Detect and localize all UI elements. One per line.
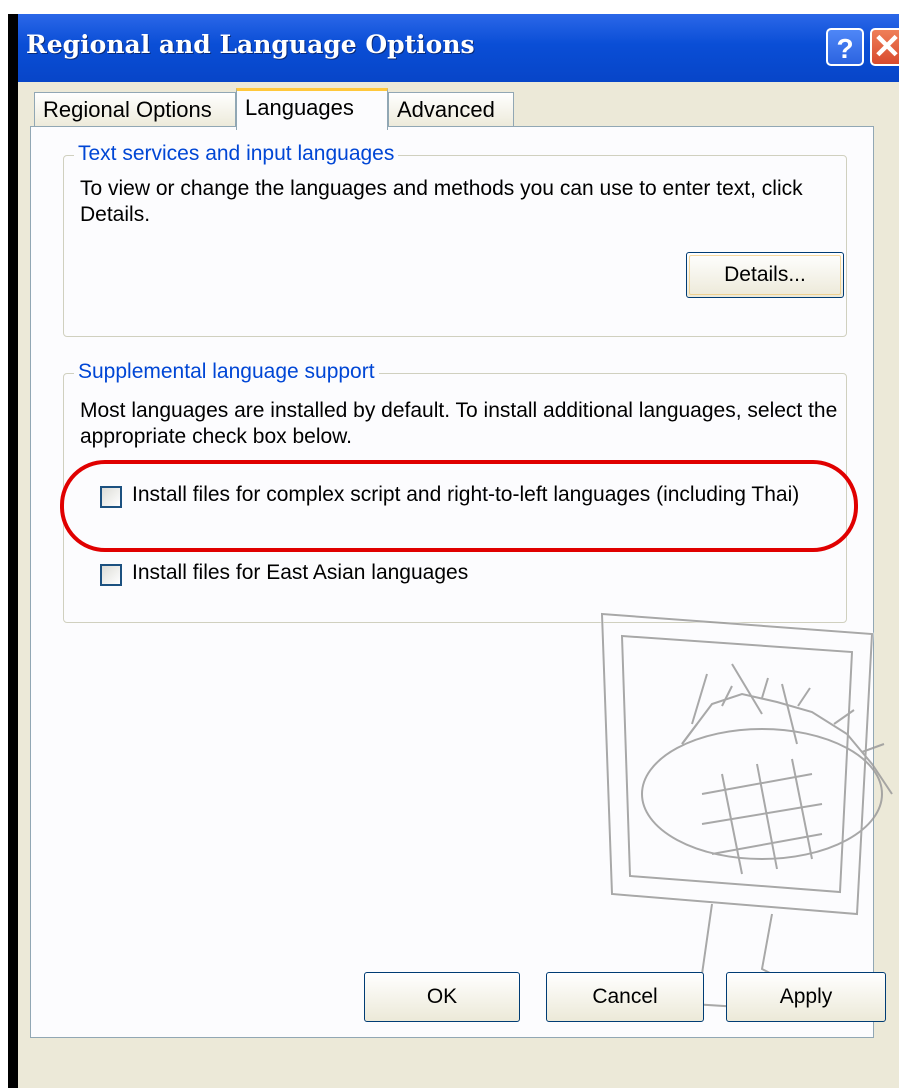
close-button[interactable]: ✕ — [870, 28, 899, 66]
background-strip — [0, 0, 899, 14]
ok-button[interactable]: OK — [364, 972, 520, 1022]
text-services-legend: Text services and input languages — [74, 142, 399, 166]
apply-button[interactable]: Apply — [726, 972, 886, 1022]
close-icon: ✕ — [872, 28, 899, 66]
dialog-client-area: Regional Options Languages Advanced Text… — [18, 82, 899, 1088]
help-button[interactable]: ? — [826, 28, 864, 66]
complex-script-checkbox-label[interactable]: Install files for complex script and rig… — [132, 482, 822, 508]
supplemental-language-group: Supplemental language support Most langu… — [63, 360, 847, 623]
details-button[interactable]: Details... — [686, 252, 844, 298]
tab-advanced[interactable]: Advanced — [388, 92, 514, 128]
tab-languages[interactable]: Languages — [236, 88, 388, 130]
east-asian-checkbox-label[interactable]: Install files for East Asian languages — [132, 560, 822, 586]
monitor-watermark-icon — [600, 612, 893, 1016]
question-mark-icon: ? — [836, 33, 854, 64]
window-title: Regional and Language Options — [26, 30, 475, 59]
text-services-description: To view or change the languages and meth… — [80, 177, 803, 226]
complex-script-checkbox[interactable] — [100, 486, 122, 508]
supplemental-legend: Supplemental language support — [74, 360, 379, 384]
tab-regional-options[interactable]: Regional Options — [34, 92, 236, 128]
text-services-group: Text services and input languages To vie… — [63, 142, 847, 337]
supplemental-description: Most languages are installed by default.… — [80, 399, 838, 448]
east-asian-checkbox[interactable] — [100, 564, 122, 586]
cancel-button[interactable]: Cancel — [546, 972, 704, 1022]
title-bar[interactable]: Regional and Language Options ? ✕ — [18, 14, 899, 82]
